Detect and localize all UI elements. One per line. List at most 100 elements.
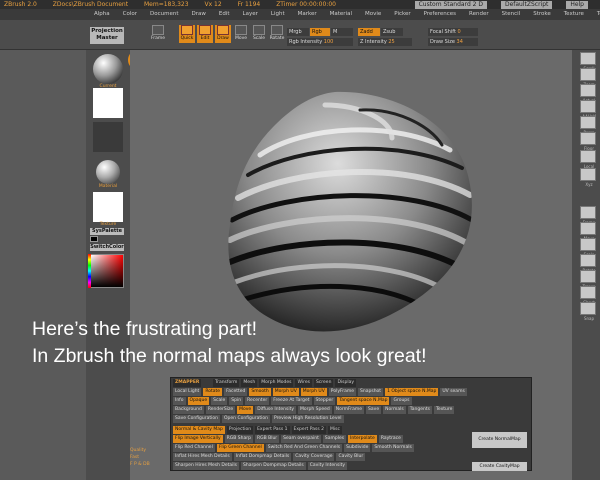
menu-item-alpha[interactable]: Alpha	[94, 11, 110, 17]
switchcolor-button[interactable]: SwitchColor	[90, 244, 124, 251]
draw-size-slider[interactable]: Draw Size 34	[428, 38, 478, 46]
zmapper-morph-speed-button[interactable]: Morph Speed	[298, 406, 332, 414]
tool-frame-button[interactable]: Frame	[150, 25, 166, 43]
zmapper-morph-uv-button[interactable]: Morph UV	[272, 388, 299, 396]
zmapper-open-configuration-button[interactable]: Open Configuration	[222, 415, 270, 423]
zmapper-interpolate-button[interactable]: Interpolate	[348, 435, 377, 443]
zmapper-morph-uv-button[interactable]: Morph UV	[300, 388, 327, 396]
menu-item-edit[interactable]: Edit	[219, 11, 230, 17]
m-button[interactable]: M	[331, 28, 353, 36]
zmapper-misc-tab[interactable]: Misc	[327, 426, 342, 434]
menu-item-stencil[interactable]: Stencil	[502, 11, 521, 17]
menu-item-draw[interactable]: Draw	[192, 11, 206, 17]
zmapper-normframe-button[interactable]: NormFrame	[333, 406, 365, 414]
tool-edit-button[interactable]: Edit	[197, 25, 213, 43]
zmapper-raytrace-button[interactable]: Raytrace	[378, 435, 403, 443]
zsub-button[interactable]: Zsub	[381, 28, 403, 36]
zmapper-move-button[interactable]: Move	[237, 406, 254, 414]
shelf-aahalf-button[interactable]: AAHalf	[580, 100, 596, 119]
main-color-swatch[interactable]	[90, 236, 98, 242]
zmapper-inflat-hires-mesh-details-button[interactable]: Inflat Hires Mesh Details	[173, 453, 232, 461]
zmapper-texture-button[interactable]: Texture	[433, 406, 455, 414]
zmapper-wires-tab[interactable]: Wires	[295, 379, 312, 387]
shelf-actual-button[interactable]: Actual	[580, 84, 596, 103]
focal-shift-slider[interactable]: Focal Shift 0	[428, 28, 478, 36]
zmapper-polyframe-button[interactable]: PolyFrame	[328, 388, 357, 396]
tool-move-button[interactable]: Move	[233, 25, 249, 43]
shelf-transp-button[interactable]: Transp	[580, 270, 596, 289]
zmapper-inflat-dompmap-details-button[interactable]: Inflat Dompmap Details	[233, 453, 292, 461]
zmapper-groups-button[interactable]: Groups	[391, 397, 412, 405]
custom-ui-button[interactable]: Custom Standard 2 D	[414, 1, 488, 9]
zmapper-rgb-sharp-button[interactable]: RGB Sharp	[224, 435, 253, 443]
zmapper-sharpen-hires-mesh-details-button[interactable]: Sharpen Hires Mesh Details	[173, 462, 240, 470]
zmapper-morph-modes-tab[interactable]: Morph Modes	[259, 379, 294, 387]
projection-master-button[interactable]: Projection Master	[90, 27, 124, 44]
create-normalmap-button[interactable]: Create NormalMap	[472, 432, 527, 448]
zmapper-save-configuration-button[interactable]: Save Configuration	[173, 415, 220, 423]
zmapper-stepper-button[interactable]: Stepper	[313, 397, 336, 405]
create-cavitymap-button[interactable]: Create CavityMap	[472, 462, 527, 471]
default-zscript-button[interactable]: DefaultZScript	[500, 1, 553, 9]
menu-item-material[interactable]: Material	[330, 11, 352, 17]
tool-quick-button[interactable]: Quick	[179, 25, 195, 43]
menu-item-preferences[interactable]: Preferences	[424, 11, 456, 17]
zmapper-snapshot-button[interactable]: Snapshot	[358, 388, 384, 396]
shelf-floor-button[interactable]: Floor	[580, 132, 596, 151]
zmapper-smooth-button[interactable]: Smooth	[249, 388, 271, 396]
shelf-scale-button[interactable]: Scale	[580, 238, 596, 257]
zadd-button[interactable]: Zadd	[358, 28, 380, 36]
zmapper-projection-tab[interactable]: Projection	[226, 426, 254, 434]
menu-item-light[interactable]: Light	[271, 11, 285, 17]
shelf-zoom-button[interactable]: Zoom	[580, 68, 596, 87]
hue-strip[interactable]	[88, 254, 91, 288]
tool-draw-button[interactable]: Draw	[215, 25, 231, 43]
texture-top-thumb[interactable]	[93, 88, 123, 118]
shelf-xyz-button[interactable]: Xyz	[580, 168, 596, 187]
rgb-intensity-slider[interactable]: Rgb Intensity 100	[287, 38, 353, 46]
zmapper-screen-tab[interactable]: Screen	[313, 379, 334, 387]
zmapper-subdivide-button[interactable]: Subdivide	[344, 444, 371, 452]
shelf-rotate-button[interactable]: Rotate	[580, 254, 596, 273]
menu-item-document[interactable]: Document	[150, 11, 179, 17]
zmapper-info-button[interactable]: Info	[173, 397, 186, 405]
menu-item-movie[interactable]: Movie	[365, 11, 381, 17]
menu-item-stroke[interactable]: Stroke	[533, 11, 551, 17]
rgb-button[interactable]: Rgb	[310, 28, 330, 36]
alpha-thumb[interactable]	[93, 122, 123, 152]
zmapper-rgb-blur-button[interactable]: RGB Blur	[254, 435, 280, 443]
menu-item-color[interactable]: Color	[123, 11, 137, 17]
menu-item-marker[interactable]: Marker	[298, 11, 317, 17]
color-picker-square[interactable]	[90, 254, 124, 288]
shelf-ghost-button[interactable]: Ghost	[580, 286, 596, 305]
material-thumb[interactable]: Material	[93, 160, 123, 190]
zmapper-diffuse-intensity-button[interactable]: Diffuse Intensity	[255, 406, 297, 414]
current-tool-thumb[interactable]: Current	[93, 54, 123, 90]
tool-rotate-button[interactable]: Rotate	[269, 25, 285, 43]
zmapper-seam-overpaint-button[interactable]: Seam overpaint	[281, 435, 321, 443]
zmapper-spin-button[interactable]: Spin	[229, 397, 244, 405]
zmapper-expert-pass-1-tab[interactable]: Expert Pass 1	[255, 426, 290, 434]
mrgb-button[interactable]: Mrgb	[287, 28, 309, 36]
zmapper-scale-button[interactable]: Scale	[211, 397, 228, 405]
zmapper-cavity-blur-button[interactable]: Cavity Blur	[336, 453, 366, 461]
menu-item-layer[interactable]: Layer	[243, 11, 258, 17]
zmapper-facetted-button[interactable]: Facetted	[224, 388, 248, 396]
zmapper-local-light-button[interactable]: Local Light	[173, 388, 202, 396]
zmapper-cavity-coverage-button[interactable]: Cavity Coverage	[293, 453, 335, 461]
zmapper-expert-pass-2-tab[interactable]: Expert Pass 2	[291, 426, 326, 434]
tool-scale-button[interactable]: Scale	[251, 25, 267, 43]
zmapper-preview-high-resolution-level-button[interactable]: Preview High Resolution Level	[271, 415, 344, 423]
zmapper-save-button[interactable]: Save	[366, 406, 382, 414]
zmapper-rendersize-button[interactable]: RenderSize	[205, 406, 236, 414]
menu-item-picker[interactable]: Picker	[394, 11, 410, 17]
zmapper-recenter-button[interactable]: Recenter	[245, 397, 270, 405]
menu-item-texture[interactable]: Texture	[564, 11, 584, 17]
z-intensity-slider[interactable]: Z Intensity 25	[358, 38, 412, 46]
syspalette-button[interactable]: SysPalette	[90, 228, 124, 235]
zmapper-flip-image-vertically-button[interactable]: Flip Image Vertically	[173, 435, 223, 443]
zmapper-tangent-space-n-map-button[interactable]: Tangent space N.Map	[337, 397, 390, 405]
shelf-move-button[interactable]: Move	[580, 222, 596, 241]
zmapper-display-tab[interactable]: Display	[335, 379, 357, 387]
zmapper-sharpen-dompmap-details-button[interactable]: Sharpen Dompmap Details	[241, 462, 306, 470]
